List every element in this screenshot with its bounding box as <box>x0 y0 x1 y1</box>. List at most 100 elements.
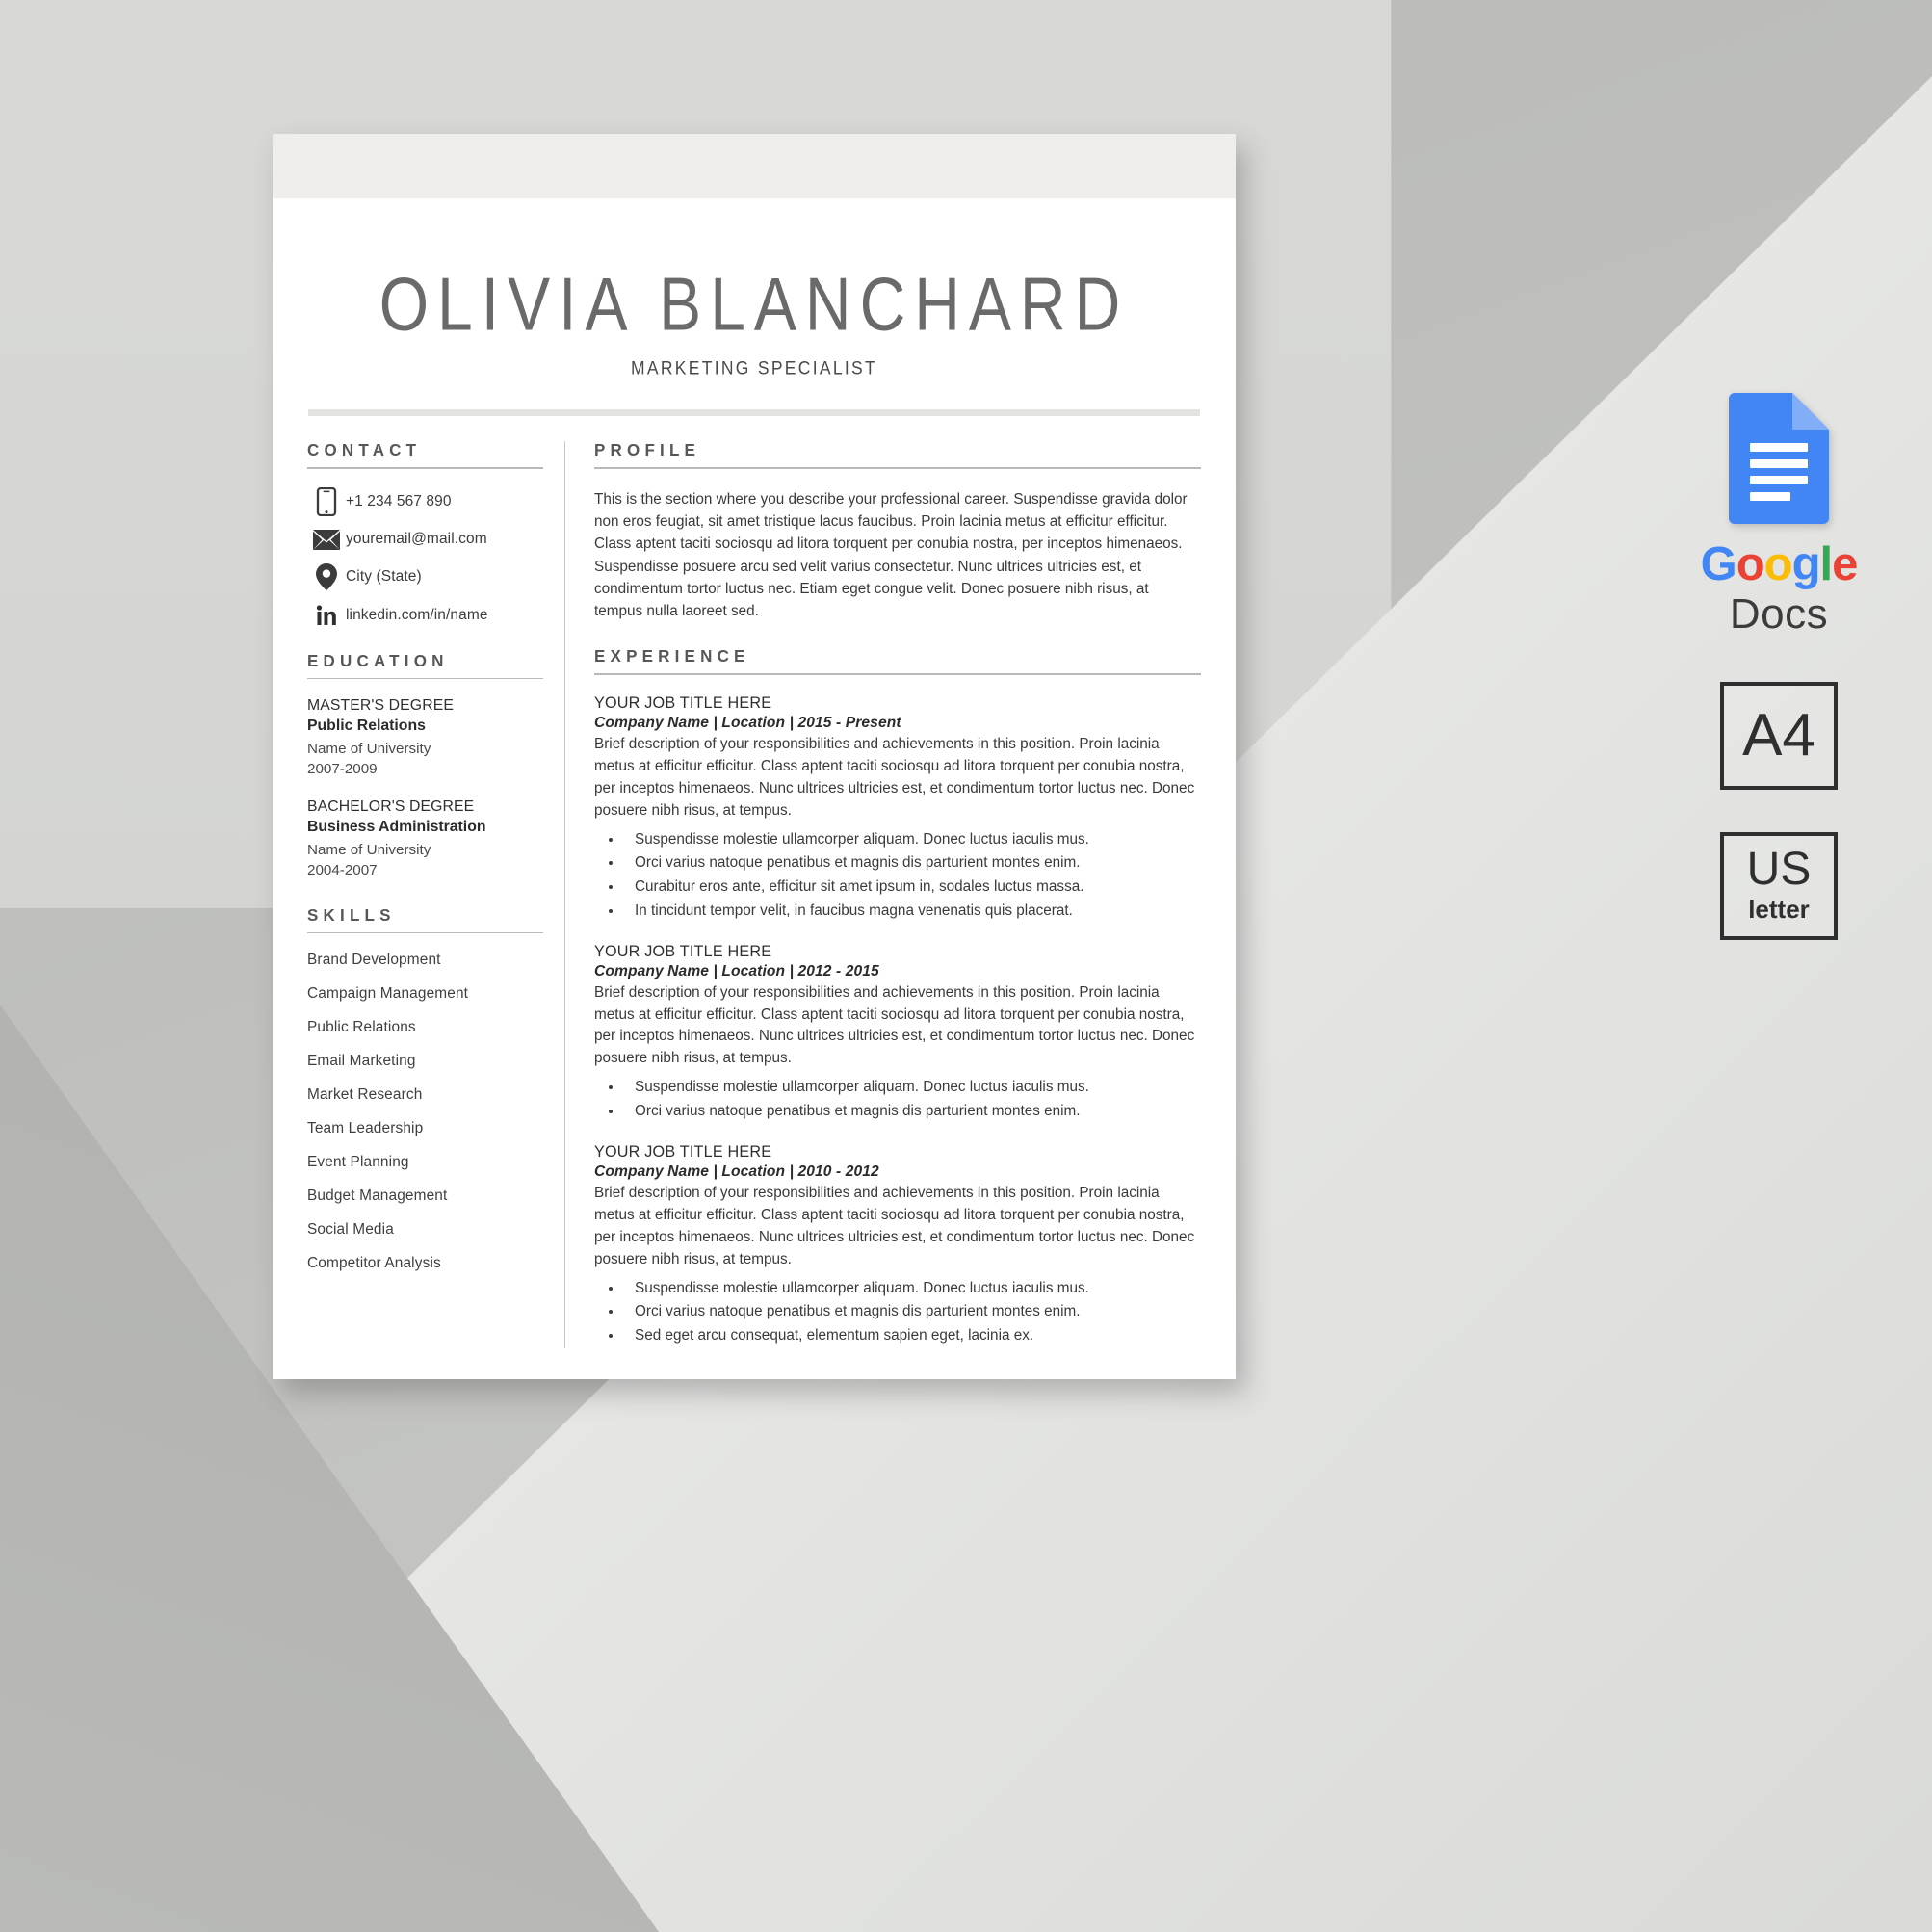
contact-row-location[interactable]: City (State) <box>307 562 543 590</box>
education-school: Name of University <box>307 740 431 757</box>
page-header-band <box>273 134 1236 198</box>
list-item: Market Research <box>307 1086 423 1104</box>
education-years: 2007-2009 <box>307 760 378 777</box>
section-rule <box>307 467 543 469</box>
section-rule <box>307 931 543 934</box>
page-title: OLIVIA BLANCHARD <box>379 261 1130 346</box>
education-field: Business Administration <box>307 818 486 835</box>
job-bullet-list: Suspendisse molestie ullamcorper aliquam… <box>594 1277 1201 1348</box>
section-heading-education: EDUCATION <box>307 651 449 671</box>
contact-value-phone: +1 234 567 890 <box>346 492 452 509</box>
google-docs-icon <box>1729 393 1829 524</box>
resume-columns: CONTACT +1 234 567 890 youremail@mail.co… <box>307 441 1201 1348</box>
format-badge-column: G o o g l e Docs A4 US letter <box>1668 393 1890 940</box>
list-item: Suspendisse molestie ullamcorper aliquam… <box>623 1277 1201 1301</box>
linkedin-icon <box>307 604 346 627</box>
education-degree: BACHELOR'S DEGREE <box>307 797 475 815</box>
job-meta: Company Name | Location | 2015 - Present <box>594 714 901 731</box>
section-rule <box>307 677 543 680</box>
education-degree: MASTER'S DEGREE <box>307 697 454 715</box>
job-title: YOUR JOB TITLE HERE <box>594 693 772 712</box>
list-item: Campaign Management <box>307 985 469 1003</box>
list-item: Social Media <box>307 1221 394 1239</box>
badge-us-letter: US letter <box>1720 831 1838 940</box>
contact-row-phone[interactable]: +1 234 567 890 <box>307 486 543 516</box>
badge-a4: A4 <box>1720 681 1838 790</box>
list-item: Brand Development <box>307 952 441 969</box>
section-heading-contact: CONTACT <box>307 440 422 460</box>
phone-icon <box>307 486 346 516</box>
badge-a4-label: A4 <box>1742 701 1815 769</box>
contact-value-location: City (State) <box>346 567 422 585</box>
experience-entry: YOUR JOB TITLE HERE Company Name | Locat… <box>594 943 1201 1124</box>
location-pin-icon <box>307 562 346 590</box>
skills-list: Brand Development Campaign Management Pu… <box>307 952 543 1272</box>
contact-value-linkedin: linkedin.com/in/name <box>346 606 488 623</box>
list-item: Orci varius natoque penatibus et magnis … <box>623 1100 1201 1124</box>
google-letter-g2: g <box>1791 538 1821 590</box>
list-item: Sed eget arcu consequat, elementum sapie… <box>623 1324 1201 1348</box>
section-skills: SKILLS Brand Development Campaign Manage… <box>307 905 543 1273</box>
list-item: In tincidunt tempor velit, in faucibus m… <box>623 900 1201 924</box>
profile-paragraph: This is the section where you describe y… <box>594 490 1188 620</box>
resume-header: OLIVIA BLANCHARD MARKETING SPECIALIST <box>307 198 1201 379</box>
resume-page[interactable]: OLIVIA BLANCHARD MARKETING SPECIALIST CO… <box>273 134 1236 1379</box>
education-item: BACHELOR'S DEGREE Business Administratio… <box>307 797 543 881</box>
section-heading-experience: EXPERIENCE <box>594 646 750 666</box>
list-item: Competitor Analysis <box>307 1255 441 1272</box>
contact-row-linkedin[interactable]: linkedin.com/in/name <box>307 604 543 627</box>
section-heading-skills: SKILLS <box>307 905 396 925</box>
contact-value-email: youremail@mail.com <box>346 531 487 548</box>
section-rule <box>594 467 1201 469</box>
list-item: Curabitur eros ante, efficitur sit amet … <box>623 875 1201 900</box>
education-school: Name of University <box>307 841 431 858</box>
list-item: Suspendisse molestie ullamcorper aliquam… <box>623 1076 1201 1100</box>
job-meta: Company Name | Location | 2012 - 2015 <box>594 962 879 979</box>
contact-list: +1 234 567 890 youremail@mail.com City (… <box>307 486 543 627</box>
section-contact: CONTACT +1 234 567 890 youremail@mail.co… <box>307 441 543 627</box>
list-item: Email Marketing <box>307 1053 416 1070</box>
envelope-icon <box>307 529 346 550</box>
google-letter-l: l <box>1819 538 1834 590</box>
scene-background: OLIVIA BLANCHARD MARKETING SPECIALIST CO… <box>0 0 1932 1932</box>
main-column: PROFILE This is the section where you de… <box>565 441 1201 1348</box>
list-item: Public Relations <box>307 1019 416 1036</box>
job-description: Brief description of your responsibiliti… <box>594 735 1195 819</box>
contact-row-email[interactable]: youremail@mail.com <box>307 529 543 550</box>
job-title: YOUR JOB TITLE HERE <box>594 1142 772 1161</box>
job-meta: Company Name | Location | 2010 - 2012 <box>594 1162 879 1180</box>
list-item: Orci varius natoque penatibus et magnis … <box>623 1300 1201 1324</box>
section-rule <box>594 673 1201 675</box>
google-wordmark: G o o g l e <box>1700 538 1859 590</box>
google-letter-o1: o <box>1736 538 1765 590</box>
experience-entry: YOUR JOB TITLE HERE Company Name | Locat… <box>594 1143 1201 1348</box>
header-divider <box>308 409 1200 417</box>
education-field: Public Relations <box>307 718 426 735</box>
job-bullet-list: Suspendisse molestie ullamcorper aliquam… <box>594 1076 1201 1124</box>
list-item: Orci varius natoque penatibus et magnis … <box>623 851 1201 875</box>
list-item: Budget Management <box>307 1188 448 1205</box>
google-letter-g: G <box>1700 538 1737 590</box>
badge-letter-label: letter <box>1748 895 1810 924</box>
list-item: Team Leadership <box>307 1120 424 1137</box>
job-title: YOUR JOB TITLE HERE <box>594 942 772 960</box>
section-experience: EXPERIENCE YOUR JOB TITLE HERE Company N… <box>594 647 1201 1348</box>
section-profile: PROFILE This is the section where you de… <box>594 441 1201 622</box>
education-years: 2004-2007 <box>307 861 378 878</box>
docs-wordmark: Docs <box>1729 590 1829 638</box>
resume-subtitle: MARKETING SPECIALIST <box>630 357 878 379</box>
list-item: Suspendisse molestie ullamcorper aliquam… <box>623 828 1201 852</box>
badge-us-label: US <box>1746 844 1812 895</box>
section-heading-profile: PROFILE <box>594 440 701 460</box>
google-letter-o2: o <box>1763 538 1793 590</box>
experience-entry: YOUR JOB TITLE HERE Company Name | Locat… <box>594 694 1201 924</box>
job-bullet-list: Suspendisse molestie ullamcorper aliquam… <box>594 828 1201 924</box>
education-item: MASTER'S DEGREE Public Relations Name of… <box>307 696 543 780</box>
list-item: Event Planning <box>307 1154 409 1171</box>
job-description: Brief description of your responsibiliti… <box>594 1184 1195 1267</box>
sidebar-column: CONTACT +1 234 567 890 youremail@mail.co… <box>307 441 565 1348</box>
google-docs-lines <box>1750 443 1808 509</box>
section-education: EDUCATION MASTER'S DEGREE Public Relatio… <box>307 651 543 881</box>
google-letter-e: e <box>1832 538 1858 590</box>
job-description: Brief description of your responsibiliti… <box>594 983 1195 1067</box>
